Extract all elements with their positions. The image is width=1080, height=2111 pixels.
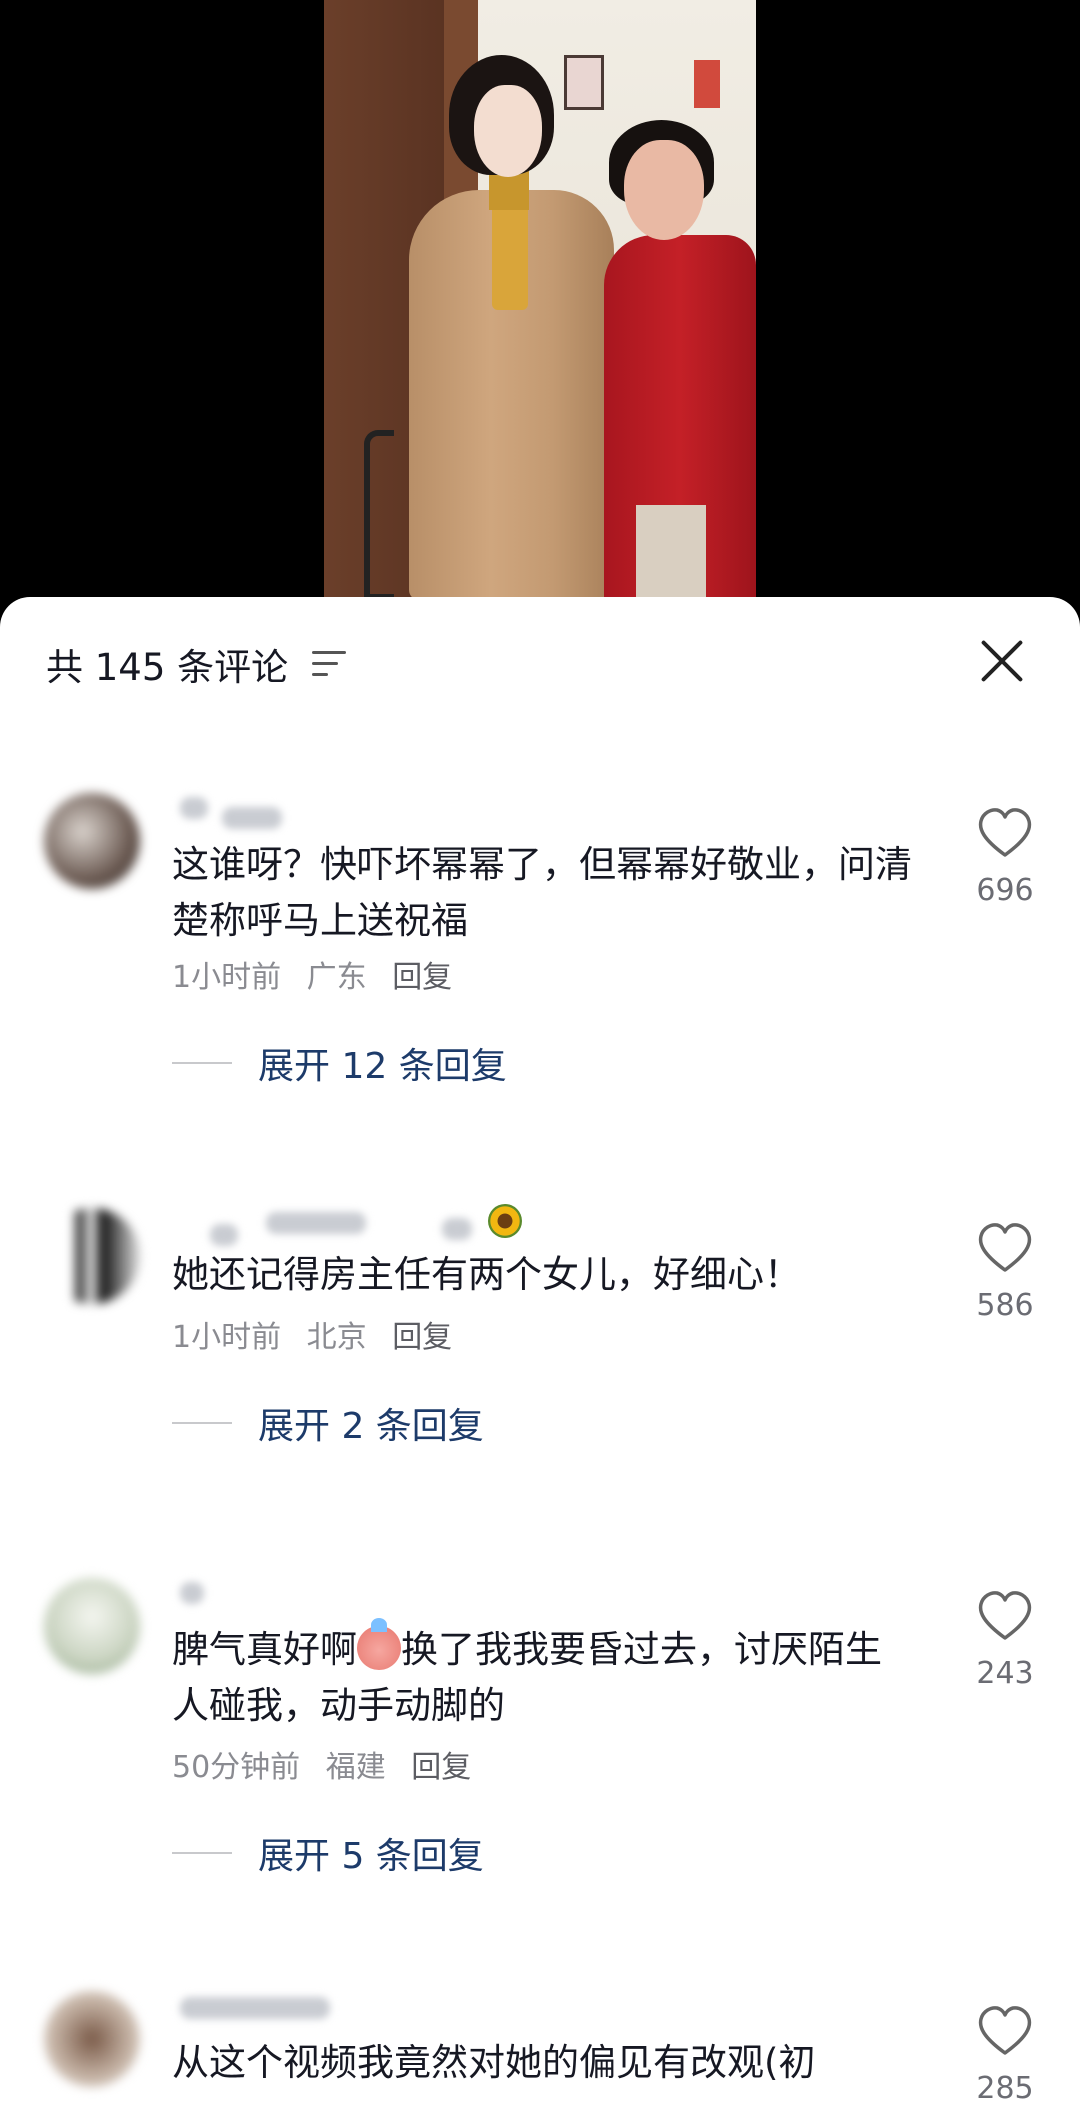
comment-text: 脾气真好啊 换了我我要昏过去，讨厌陌生人碰我，动手动脚的	[172, 1618, 912, 1734]
comment-location: 广东	[306, 960, 367, 995]
heart-icon	[978, 1591, 1032, 1640]
comment-time: 1小时前	[172, 960, 282, 995]
comment-text: 她还记得房主任有两个女儿，好细心！	[172, 1253, 801, 1296]
comments-header: 共 145 条评论	[0, 597, 1080, 727]
expand-replies-label: 展开 12 条回复	[258, 1046, 507, 1087]
close-icon[interactable]	[978, 637, 1026, 685]
video-player[interactable]	[0, 0, 1080, 600]
like-count: 586	[976, 1288, 1034, 1323]
divider-line	[172, 1062, 232, 1064]
comments-sheet: 共 145 条评论 这谁呀？快吓坏幂幂了，但幂幂好敬业，问清楚称呼马上送祝福 1…	[0, 597, 1080, 2111]
expand-replies-button[interactable]: 展开 5 条回复	[172, 1827, 484, 1879]
expand-replies-button[interactable]: 展开 12 条回复	[172, 1037, 507, 1089]
divider-line	[172, 1852, 232, 1854]
like-button[interactable]: 586	[970, 1222, 1040, 1323]
expand-replies-button[interactable]: 展开 2 条回复	[172, 1397, 484, 1449]
username-blurred[interactable]	[170, 1572, 490, 1612]
comment-location: 北京	[306, 1320, 367, 1355]
expand-replies-label: 展开 5 条回复	[258, 1836, 484, 1877]
reply-button[interactable]: 回复	[392, 1320, 452, 1355]
heart-icon	[978, 2006, 1032, 2055]
reply-button[interactable]: 回复	[411, 1750, 471, 1785]
comment-text: 从这个视频我竟然对她的偏见有改观(初	[172, 2041, 816, 2084]
sort-icon[interactable]	[312, 649, 350, 679]
like-button[interactable]: 285	[970, 2005, 1040, 2106]
reply-button[interactable]: 回复	[392, 960, 452, 995]
comment-meta: 1小时前 广东 回复	[172, 952, 468, 996]
divider-line	[172, 1422, 232, 1424]
like-count: 696	[976, 873, 1034, 908]
username-blurred[interactable]	[170, 787, 490, 829]
like-count: 285	[976, 2071, 1034, 2106]
video-frame	[324, 0, 756, 600]
comment-meta: 1小时前 北京 回复	[172, 1312, 468, 1356]
comment-meta: 50分钟前 福建 回复	[172, 1742, 487, 1786]
like-button[interactable]: 696	[970, 807, 1040, 908]
heart-icon	[978, 1223, 1032, 1272]
comment-location: 福建	[325, 1750, 386, 1785]
sunflower-emoji-icon	[488, 1204, 522, 1238]
comment-count-title: 共 145 条评论	[46, 646, 289, 689]
crying-emoji-icon	[357, 1618, 401, 1670]
avatar[interactable]	[44, 1991, 140, 2087]
like-button[interactable]: 243	[970, 1590, 1040, 1691]
expand-replies-label: 展开 2 条回复	[258, 1406, 484, 1447]
heart-icon	[978, 808, 1032, 857]
like-count: 243	[976, 1656, 1034, 1691]
comment-text: 这谁呀？快吓坏幂幂了，但幂幂好敬业，问清楚称呼马上送祝福	[172, 843, 912, 942]
username-blurred[interactable]	[170, 1202, 490, 1246]
comment-time: 1小时前	[172, 1320, 282, 1355]
avatar[interactable]	[44, 1578, 140, 1674]
avatar[interactable]	[44, 1208, 140, 1304]
comment-time: 50分钟前	[172, 1750, 301, 1785]
username-blurred[interactable]	[170, 1987, 490, 2027]
comment-text-part: 脾气真好啊	[172, 1628, 357, 1671]
avatar[interactable]	[44, 793, 140, 889]
